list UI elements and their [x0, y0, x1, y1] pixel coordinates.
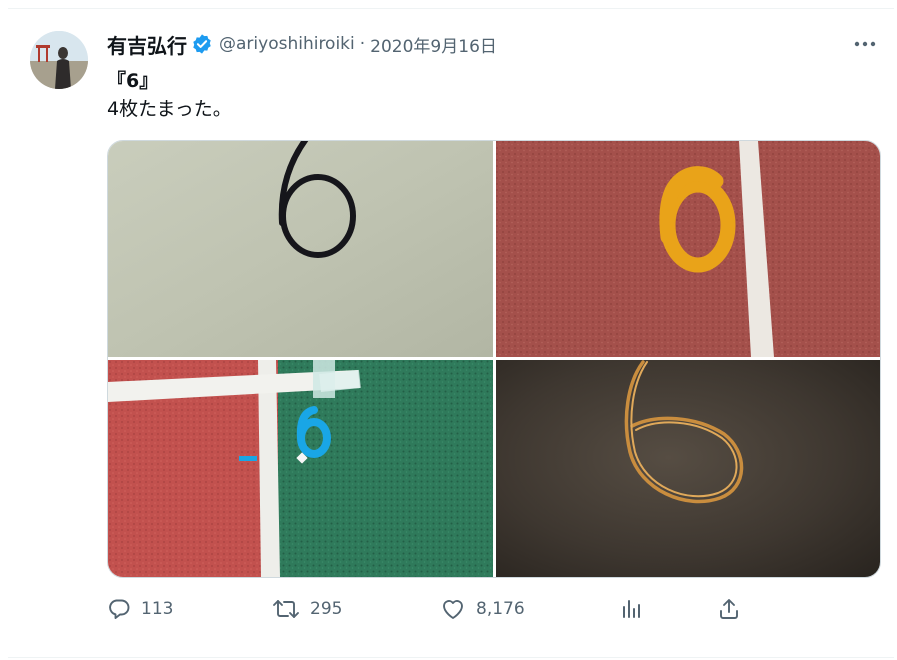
- like-button[interactable]: 8,176: [440, 594, 525, 624]
- action-bar: 113 295 8,176: [107, 594, 807, 624]
- reply-icon: [107, 597, 131, 621]
- handle[interactable]: @ariyoshihiroiki: [219, 34, 355, 54]
- avatar[interactable]: [30, 31, 88, 89]
- like-icon: [440, 597, 466, 621]
- more-icon: [853, 40, 877, 48]
- retweet-count: 295: [310, 599, 343, 619]
- like-count: 8,176: [476, 599, 525, 619]
- retweet-button[interactable]: 295: [272, 594, 342, 624]
- retweet-icon: [272, 597, 300, 621]
- reply-button[interactable]: 113: [107, 594, 173, 624]
- reply-count: 113: [141, 599, 174, 619]
- tweet-text-line-2: 4枚たまった。: [107, 98, 232, 120]
- tweet-header: 有吉弘行 @ariyoshihiroiki · 2020年9月16日: [107, 30, 497, 59]
- display-name[interactable]: 有吉弘行: [107, 30, 187, 59]
- media-image-1[interactable]: [108, 141, 493, 357]
- views-button[interactable]: [619, 594, 643, 624]
- share-button[interactable]: [717, 594, 741, 624]
- verified-badge-icon: [191, 33, 213, 55]
- views-icon: [619, 597, 643, 621]
- media-image-3[interactable]: [108, 360, 493, 577]
- tweet-text-line-1: 『6』: [107, 70, 159, 92]
- tweet-text: 『6』 4枚たまった。: [107, 67, 232, 123]
- more-options-button[interactable]: [850, 31, 880, 57]
- tweet-date[interactable]: 2020年9月16日: [370, 32, 497, 57]
- media-grid: [107, 140, 881, 578]
- media-image-4[interactable]: [496, 360, 880, 577]
- share-icon: [717, 597, 741, 621]
- tweet[interactable]: 有吉弘行 @ariyoshihiroiki · 2020年9月16日 『6』 4…: [8, 8, 894, 658]
- media-image-2[interactable]: [496, 141, 880, 357]
- separator-dot: ·: [359, 34, 366, 54]
